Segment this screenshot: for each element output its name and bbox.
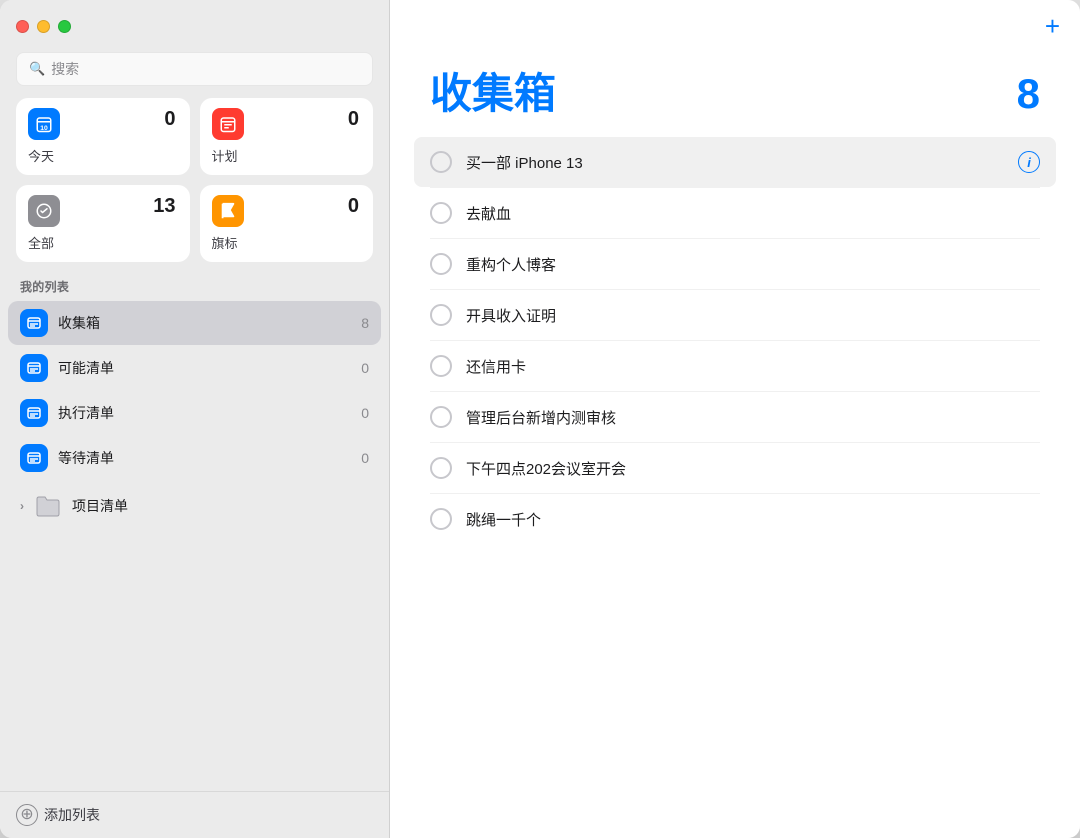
- list-items-container: 收集箱 8 可能清单 0: [0, 301, 389, 480]
- waiting-icon: [20, 444, 48, 472]
- list-item-execute[interactable]: 执行清单 0: [8, 391, 381, 435]
- all-label: 全部: [28, 233, 176, 252]
- task-text: 重构个人博客: [466, 254, 1040, 275]
- waiting-count: 0: [361, 450, 369, 466]
- close-button[interactable]: [16, 20, 29, 33]
- add-task-button[interactable]: +: [1045, 13, 1060, 39]
- inbox-name: 收集箱: [58, 313, 351, 333]
- svg-text:10: 10: [40, 125, 48, 132]
- list-item-inbox[interactable]: 收集箱 8: [8, 301, 381, 345]
- table-row[interactable]: 跳绳一千个: [414, 494, 1056, 544]
- app-window: 🔍 搜索 10 0 今天: [0, 0, 1080, 838]
- execute-name: 执行清单: [58, 403, 351, 423]
- add-list-icon: ⊕: [16, 804, 38, 826]
- task-checkbox[interactable]: [430, 304, 452, 326]
- task-text: 还信用卡: [466, 356, 1040, 377]
- plan-count: 0: [348, 108, 359, 131]
- task-checkbox[interactable]: [430, 457, 452, 479]
- minimize-button[interactable]: [37, 20, 50, 33]
- execute-count: 0: [361, 405, 369, 421]
- task-text: 管理后台新增内测审核: [466, 407, 1040, 428]
- flag-count: 0: [348, 195, 359, 218]
- plan-label: 计划: [212, 146, 360, 165]
- maximize-button[interactable]: [58, 20, 71, 33]
- main-count: 8: [1017, 70, 1040, 118]
- main-content: + 收集箱 8 买一部 iPhone 13 i 去献血 重构个: [390, 0, 1080, 838]
- inbox-count: 8: [361, 315, 369, 331]
- search-bar[interactable]: 🔍 搜索: [16, 52, 373, 86]
- waiting-name: 等待清单: [58, 448, 351, 468]
- maybe-icon: [20, 354, 48, 382]
- task-checkbox[interactable]: [430, 253, 452, 275]
- smart-lists-grid: 10 0 今天: [0, 98, 389, 278]
- task-checkbox[interactable]: [430, 202, 452, 224]
- project-item[interactable]: › 项目清单: [8, 484, 381, 528]
- task-text: 下午四点202会议室开会: [466, 458, 1040, 479]
- today-label: 今天: [28, 146, 176, 165]
- table-row[interactable]: 重构个人博客: [414, 239, 1056, 289]
- sidebar: 🔍 搜索 10 0 今天: [0, 0, 390, 838]
- chevron-right-icon: ›: [20, 499, 24, 513]
- maybe-count: 0: [361, 360, 369, 376]
- search-icon: 🔍: [29, 61, 45, 77]
- task-text: 开具收入证明: [466, 305, 1040, 326]
- task-text: 去献血: [466, 203, 1040, 224]
- add-list-label: 添加列表: [44, 805, 100, 825]
- smart-list-plan[interactable]: 0 计划: [200, 98, 374, 175]
- project-name: 项目清单: [72, 496, 128, 516]
- search-placeholder: 搜索: [51, 59, 79, 79]
- plan-icon: [212, 108, 244, 140]
- table-row[interactable]: 下午四点202会议室开会: [414, 443, 1056, 493]
- all-count: 13: [153, 195, 175, 218]
- table-row[interactable]: 买一部 iPhone 13 i: [414, 137, 1056, 187]
- smart-list-all[interactable]: 13 全部: [16, 185, 190, 262]
- task-checkbox[interactable]: [430, 406, 452, 428]
- task-text: 跳绳一千个: [466, 509, 1040, 530]
- today-count: 0: [164, 108, 175, 131]
- execute-icon: [20, 399, 48, 427]
- flag-icon: [212, 195, 244, 227]
- task-info-icon[interactable]: i: [1018, 151, 1040, 173]
- task-checkbox[interactable]: [430, 508, 452, 530]
- task-checkbox[interactable]: [430, 355, 452, 377]
- main-title: 收集箱: [430, 60, 556, 121]
- table-row[interactable]: 去献血: [414, 188, 1056, 238]
- main-header: +: [390, 0, 1080, 52]
- my-lists-section-label: 我的列表: [0, 278, 389, 301]
- inbox-icon: [20, 309, 48, 337]
- task-text: 买一部 iPhone 13: [466, 152, 1004, 173]
- task-checkbox[interactable]: [430, 151, 452, 173]
- table-row[interactable]: 管理后台新增内测审核: [414, 392, 1056, 442]
- today-icon: 10: [28, 108, 60, 140]
- all-icon: [28, 195, 60, 227]
- table-row[interactable]: 开具收入证明: [414, 290, 1056, 340]
- folder-icon: [34, 492, 62, 520]
- smart-list-flag[interactable]: 0 旗标: [200, 185, 374, 262]
- maybe-name: 可能清单: [58, 358, 351, 378]
- titlebar: [0, 0, 389, 52]
- main-title-row: 收集箱 8: [390, 52, 1080, 137]
- smart-list-today[interactable]: 10 0 今天: [16, 98, 190, 175]
- add-list-footer[interactable]: ⊕ 添加列表: [0, 791, 389, 838]
- list-item-maybe[interactable]: 可能清单 0: [8, 346, 381, 390]
- task-list: 买一部 iPhone 13 i 去献血 重构个人博客 开具收入证明: [390, 137, 1080, 838]
- list-item-waiting[interactable]: 等待清单 0: [8, 436, 381, 480]
- table-row[interactable]: 还信用卡: [414, 341, 1056, 391]
- flag-label: 旗标: [212, 233, 360, 252]
